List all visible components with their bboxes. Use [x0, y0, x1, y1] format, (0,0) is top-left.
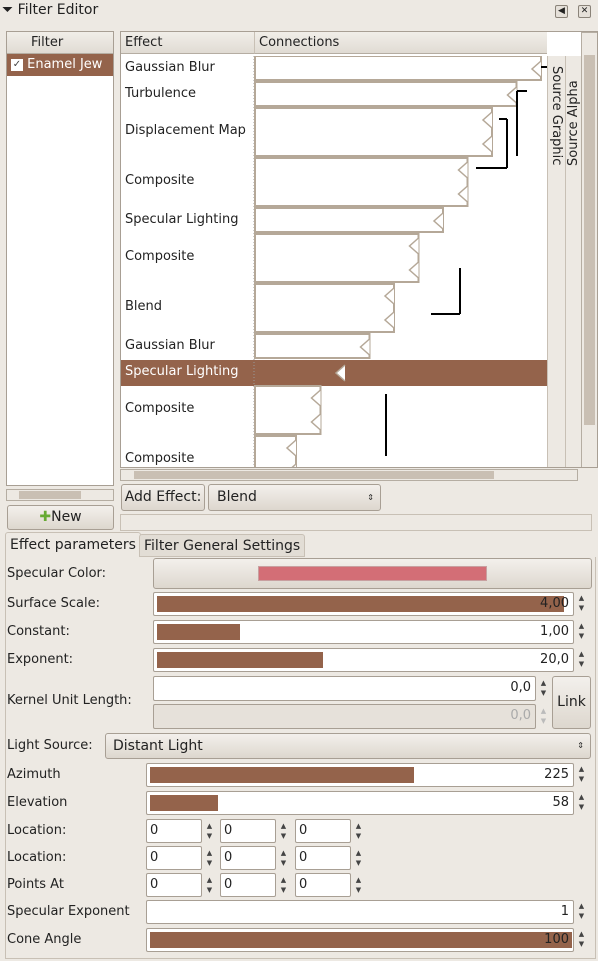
spin-arrows-icon[interactable]: ▲ ▼ — [576, 792, 587, 812]
spin-arrows-icon[interactable]: ▲ ▼ — [278, 848, 289, 868]
spin-arrows-icon[interactable]: ▲ ▼ — [576, 901, 587, 921]
close-icon[interactable]: ✕ — [578, 5, 591, 18]
param-label: Cone Angle — [7, 932, 82, 947]
spinner-arrows-icon: ⇕ — [367, 493, 374, 502]
spin-arrows-icon[interactable]: ▲ ▼ — [576, 621, 587, 641]
light-source-select[interactable]: Distant Light ⇕ — [105, 733, 591, 759]
filter-item[interactable]: ✓ Enamel Jew — [7, 54, 113, 76]
param-label: Points At — [7, 877, 64, 892]
location2-input-0[interactable]: 0 — [146, 846, 202, 870]
spin-arrows-icon[interactable]: ▲ ▼ — [204, 848, 215, 868]
window-title: ⏷ Filter Editor — [2, 2, 99, 18]
param-label: Light Source: — [7, 738, 93, 753]
exponent-slider[interactable]: 20,0 — [153, 648, 574, 672]
constant-slider[interactable]: 1,00 — [153, 620, 574, 644]
spin-arrows-icon[interactable]: ▲ ▼ — [538, 678, 549, 698]
spin-arrows-icon[interactable]: ▲ ▼ — [353, 875, 364, 895]
param-label: Location: — [7, 850, 67, 865]
effects-vscrollbar[interactable] — [581, 32, 597, 467]
effects-hscrollbar[interactable] — [120, 469, 578, 481]
funnel-icon: ⏷ — [2, 2, 14, 18]
color-swatch — [258, 566, 487, 581]
effect-node-box — [254, 385, 322, 435]
slider-fill — [157, 596, 564, 612]
filter-header[interactable]: Filter — [7, 32, 113, 54]
slider-fill — [150, 767, 414, 783]
slider-fill — [157, 652, 323, 668]
param-label: Surface Scale: — [7, 596, 101, 611]
link-button[interactable]: Link — [552, 676, 591, 729]
effects-list: Effect Connections Gaussian Blur Turbulen… — [120, 31, 598, 468]
specular-color-button[interactable] — [153, 558, 592, 589]
spin-arrows-icon[interactable]: ▲ ▼ — [204, 875, 215, 895]
effect-node-box — [254, 283, 395, 333]
tab-filter-general-settings[interactable]: Filter General Settings — [139, 534, 306, 557]
slider-fill — [150, 932, 572, 948]
slider-fill — [150, 795, 218, 811]
effect-node-box — [254, 233, 420, 283]
spin-arrows-icon[interactable]: ▲ ▼ — [204, 821, 215, 841]
param-label: Kernel Unit Length: — [7, 693, 132, 708]
param-label: Specular Exponent — [7, 904, 130, 919]
source-alpha-column[interactable]: Source Alpha — [565, 56, 581, 467]
filter-list: Filter ✓ Enamel Jew — [6, 31, 114, 486]
param-label: Specular Color: — [7, 566, 107, 581]
param-label: Exponent: — [7, 652, 74, 667]
location1-input-0[interactable]: 0 — [146, 819, 202, 843]
location2-input-2[interactable]: 0 — [295, 846, 351, 870]
status-field — [120, 514, 592, 531]
surface_scale-slider[interactable]: 4,00 — [153, 592, 574, 616]
new-document-icon: ✚ — [39, 509, 52, 525]
slider-fill — [157, 624, 240, 640]
specular_exponent-slider[interactable]: 1 — [146, 900, 574, 924]
add-effect-button[interactable]: Add Effect: — [121, 484, 205, 511]
spin-arrows-icon[interactable]: ▲ ▼ — [278, 875, 289, 895]
kernel-x-input[interactable]: 0,0 — [153, 676, 536, 701]
location1-input-2[interactable]: 0 — [295, 819, 351, 843]
param-label: Azimuth — [7, 767, 61, 782]
spinner-arrows-icon: ⇕ — [577, 741, 584, 750]
spin-arrows-icon[interactable]: ▲ ▼ — [576, 593, 587, 613]
effect-node-box — [254, 333, 371, 359]
kernel-y-input[interactable]: 0,0 — [153, 704, 536, 729]
spin-arrows-icon[interactable]: ▲ ▼ — [576, 764, 587, 784]
effect-node-box — [254, 157, 469, 207]
effect-node-box — [254, 56, 542, 81]
effect-header[interactable]: Effect — [121, 32, 254, 54]
cone_angle-slider[interactable]: 100 — [146, 928, 574, 952]
connections-graph[interactable] — [121, 56, 547, 468]
effect-node-box — [254, 435, 297, 467]
points_at-input-1[interactable]: 0 — [220, 873, 276, 897]
effect-node-box — [254, 107, 493, 157]
connections-header[interactable]: Connections — [254, 32, 547, 54]
location2-input-1[interactable]: 0 — [220, 846, 276, 870]
new-filter-button[interactable]: ✚New — [7, 505, 114, 530]
points_at-input-0[interactable]: 0 — [146, 873, 202, 897]
restore-icon[interactable]: ◀ — [555, 5, 568, 18]
spin-arrows-icon[interactable]: ▲ ▼ — [278, 821, 289, 841]
effect-type-select[interactable]: Blend ⇕ — [208, 484, 381, 511]
param-label: Constant: — [7, 624, 70, 639]
spin-arrows-icon[interactable]: ▲ ▼ — [576, 649, 587, 669]
azimuth-slider[interactable]: 225 — [146, 763, 574, 787]
input-port-icon — [334, 364, 346, 382]
effect-node-box — [254, 81, 518, 107]
param-label: Elevation — [7, 795, 68, 810]
effect-node-box — [254, 207, 444, 233]
filter-checkbox[interactable]: ✓ — [11, 58, 23, 71]
elevation-slider[interactable]: 58 — [146, 791, 574, 815]
tab-effect-parameters[interactable]: Effect parameters — [5, 532, 141, 557]
spin-arrows-icon[interactable]: ▲ ▼ — [353, 821, 364, 841]
location1-input-1[interactable]: 0 — [220, 819, 276, 843]
filter-hscrollbar[interactable] — [6, 489, 114, 501]
spin-arrows-icon[interactable]: ▲ ▼ — [576, 929, 587, 949]
spin-arrows-icon[interactable]: ▲ ▼ — [538, 706, 549, 726]
source-graphic-column[interactable]: Source Graphic — [547, 56, 565, 467]
param-label: Location: — [7, 823, 67, 838]
points_at-input-2[interactable]: 0 — [295, 873, 351, 897]
spin-arrows-icon[interactable]: ▲ ▼ — [353, 848, 364, 868]
